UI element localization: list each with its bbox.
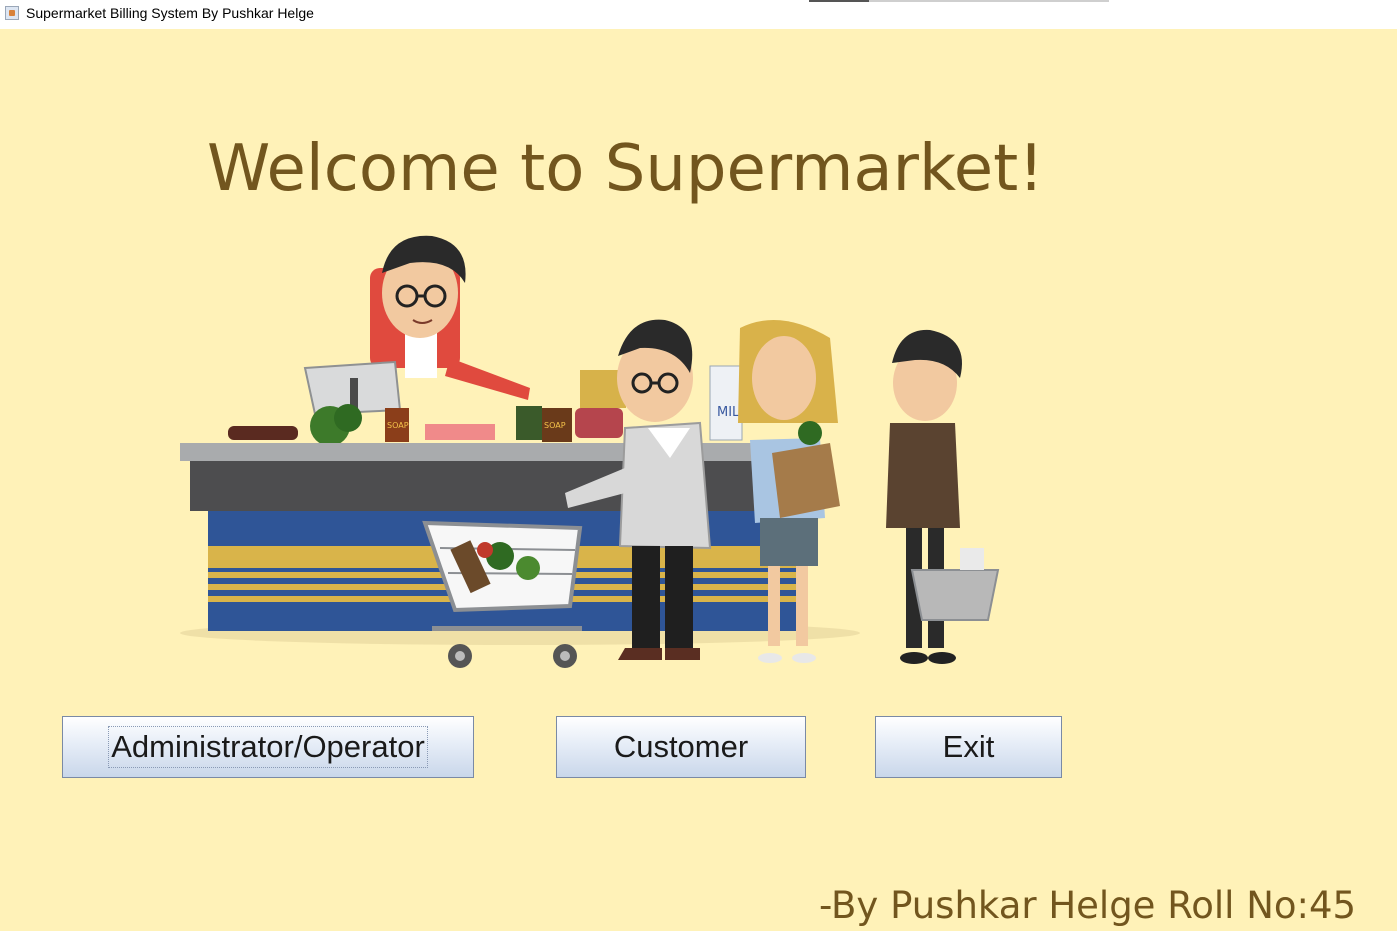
customer-button-label: Customer [613,729,749,764]
exit-button-label: Exit [942,729,995,764]
svg-text:SOAP: SOAP [544,421,566,430]
customer-young-man-figure [886,329,1000,664]
exit-button[interactable]: Exit [875,716,1062,778]
customer-button[interactable]: Customer [556,716,806,778]
titlebar-accent-light [869,0,1109,2]
supermarket-checkout-illustration: SOAP SOAP MILK [180,235,1000,668]
administrator-operator-button-label: Administrator/Operator [108,726,428,768]
window-titlebar: Supermarket Billing System By Pushkar He… [0,0,1397,29]
svg-text:SOAP: SOAP [387,421,409,430]
java-app-icon [5,6,19,20]
shopping-cart [422,520,583,668]
administrator-operator-button[interactable]: Administrator/Operator [62,716,474,778]
author-credit: -By Pushkar Helge Roll No:45 [819,884,1357,927]
window-title: Supermarket Billing System By Pushkar He… [26,5,314,21]
titlebar-accent [809,0,869,2]
welcome-heading: Welcome to Supermarket! [207,132,1044,206]
